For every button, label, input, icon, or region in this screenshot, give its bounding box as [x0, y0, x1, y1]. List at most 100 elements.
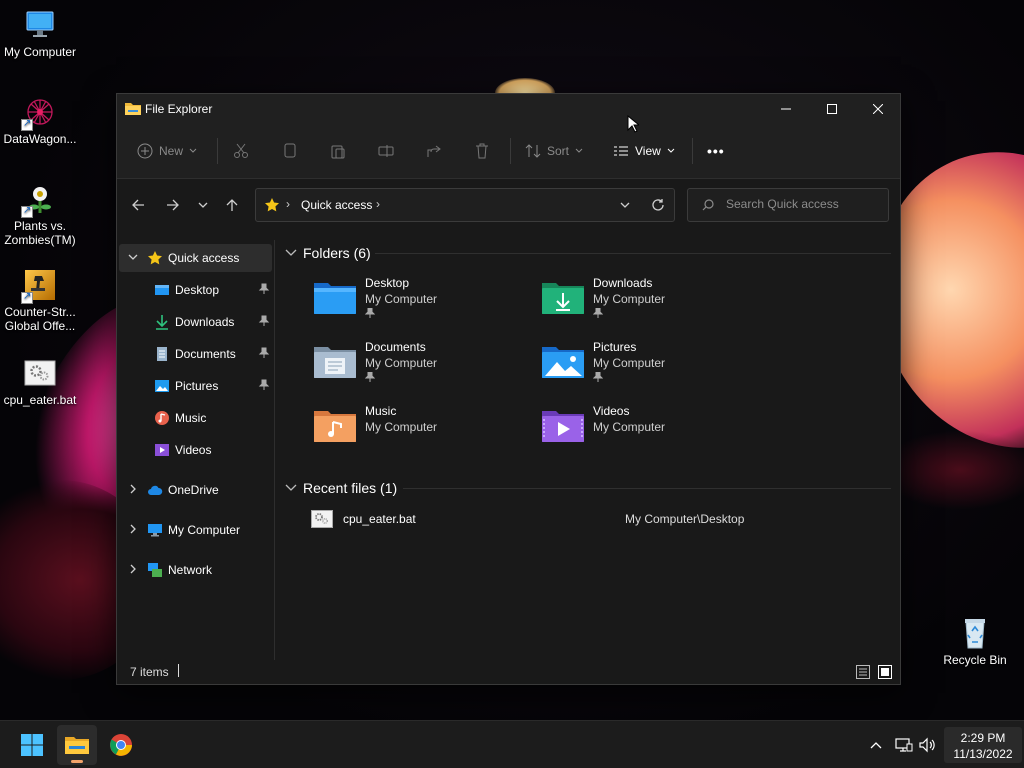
details-view-button[interactable] [855, 664, 871, 680]
breadcrumb-quick-access[interactable]: Quick access [301, 198, 372, 212]
address-dropdown-icon[interactable] [620, 201, 630, 209]
paste-button[interactable] [330, 136, 346, 166]
item-count: 7 items [130, 665, 169, 679]
rename-icon [378, 145, 394, 157]
download-icon [156, 315, 168, 330]
monitor-icon [23, 8, 57, 42]
folders-group-header[interactable]: Folders (6) [285, 243, 371, 263]
chevron-down-icon [198, 202, 208, 208]
show-hidden-icons-button[interactable] [866, 735, 886, 755]
address-bar[interactable]: › Quick access › [255, 188, 675, 222]
file-explorer-icon [65, 737, 89, 754]
up-button[interactable] [221, 194, 243, 216]
pin-icon[interactable] [258, 379, 270, 391]
desktop-icon-counter-strike[interactable]: Counter-Str... Global Offe... [0, 268, 80, 333]
sidebar-item-onedrive[interactable]: OneDrive [119, 476, 272, 504]
sidebar-item-desktop[interactable]: Desktop [119, 276, 272, 304]
chevron-right-icon[interactable] [127, 483, 139, 495]
folder-tile-desktop[interactable]: Desktop My Computer [313, 276, 533, 332]
close-button[interactable] [855, 94, 901, 124]
sidebar-item-network[interactable]: Network [119, 556, 272, 584]
recent-file-name: cpu_eater.bat [343, 512, 416, 526]
folder-location: My Computer [593, 420, 666, 434]
sidebar-item-quick-access[interactable]: Quick access [119, 244, 272, 272]
network-icon [148, 563, 162, 577]
rename-button[interactable] [378, 136, 394, 166]
folder-icon [125, 102, 141, 115]
sidebar-item-label: Music [175, 411, 207, 425]
sidebar-item-documents[interactable]: Documents [119, 340, 272, 368]
network-status-button[interactable] [894, 735, 914, 755]
taskbar-chrome[interactable] [101, 725, 141, 765]
desktop-icon-my-computer[interactable]: My Computer [0, 8, 80, 59]
desktop-icon-label: Counter-Str... Global Offe... [4, 305, 76, 333]
pin-icon[interactable] [258, 283, 270, 295]
content-pane: Folders (6) Desktop My Computer Download… [279, 240, 900, 662]
sidebar-item-music[interactable]: Music [119, 404, 272, 432]
chevron-down-icon[interactable] [127, 251, 139, 263]
chevron-right-icon[interactable] [127, 563, 139, 575]
title-bar[interactable]: File Explorer [117, 94, 900, 124]
cut-button[interactable] [233, 136, 249, 166]
desktop-icon-cpu-eater[interactable]: cpu_eater.bat [0, 356, 80, 407]
pictures-icon [155, 380, 169, 392]
tiles-view-button[interactable] [877, 664, 893, 680]
downloads-folder-icon [542, 283, 584, 314]
desktop-icon-plants-vs-zombies[interactable]: Plants vs. Zombies(TM) [0, 182, 80, 247]
pictures-folder-icon [542, 347, 584, 378]
clock[interactable]: 2:29 PM 11/13/2022 [944, 727, 1022, 763]
more-options-button[interactable]: ••• [707, 136, 725, 166]
recent-header-label: Recent files (1) [303, 480, 398, 496]
folder-location: My Computer [365, 356, 438, 370]
folder-location: My Computer [365, 292, 438, 306]
search-box[interactable] [687, 188, 889, 222]
pin-icon[interactable] [258, 347, 270, 359]
navigation-pane: Quick access Desktop Downloads Documents… [117, 240, 275, 662]
folder-tile-documents[interactable]: Documents My Computer [313, 340, 533, 396]
sort-button[interactable]: Sort [525, 136, 583, 166]
file-explorer-window: File Explorer New Sort View ••• › Quick … [116, 93, 901, 685]
copy-button[interactable] [282, 136, 298, 166]
delete-button[interactable] [474, 136, 490, 166]
folder-tile-videos[interactable]: Videos My Computer [541, 404, 761, 460]
desktop-icon-datawagon[interactable]: DataWagon... [0, 95, 80, 146]
desktop-icon-recycle-bin[interactable]: Recycle Bin [935, 616, 1015, 667]
folder-tile-downloads[interactable]: Downloads My Computer [541, 276, 761, 332]
sidebar-item-pictures[interactable]: Pictures [119, 372, 272, 400]
refresh-icon[interactable] [651, 198, 665, 212]
chevron-right-icon[interactable] [127, 523, 139, 535]
sidebar-item-label: My Computer [168, 523, 241, 537]
folder-name: Documents [365, 340, 426, 354]
recent-file-row[interactable]: cpu_eater.bat My Computer\Desktop [309, 508, 869, 530]
search-input[interactable] [726, 197, 876, 211]
start-button[interactable] [12, 725, 52, 765]
minimize-button[interactable] [763, 94, 809, 124]
folder-tile-music[interactable]: Music My Computer [313, 404, 533, 460]
folder-tile-pictures[interactable]: Pictures My Computer [541, 340, 761, 396]
new-button[interactable]: New [137, 136, 197, 166]
forward-button[interactable] [162, 194, 184, 216]
window-title: File Explorer [145, 102, 213, 116]
chevron-down-icon [575, 148, 583, 153]
maximize-button[interactable] [809, 94, 855, 124]
sort-icon [525, 144, 541, 158]
view-button[interactable]: View [613, 136, 675, 166]
sidebar-item-videos[interactable]: Videos [119, 436, 272, 464]
sort-label: Sort [547, 144, 570, 158]
sidebar-item-downloads[interactable]: Downloads [119, 308, 272, 336]
share-icon [427, 145, 441, 157]
videos-icon [155, 444, 169, 456]
volume-button[interactable] [918, 735, 938, 755]
back-button[interactable] [127, 194, 149, 216]
breadcrumb-chevron-icon[interactable]: › [376, 197, 380, 211]
chevron-down-icon [667, 148, 675, 153]
start-icon [21, 734, 43, 756]
recent-locations-button[interactable] [192, 194, 214, 216]
pin-icon[interactable] [258, 315, 270, 327]
taskbar-file-explorer[interactable] [57, 725, 97, 765]
videos-folder-icon [542, 411, 584, 442]
music-folder-icon [314, 411, 356, 442]
share-button[interactable] [426, 136, 442, 166]
recent-files-group-header[interactable]: Recent files (1) [285, 478, 397, 498]
sidebar-item-my-computer[interactable]: My Computer [119, 516, 272, 544]
